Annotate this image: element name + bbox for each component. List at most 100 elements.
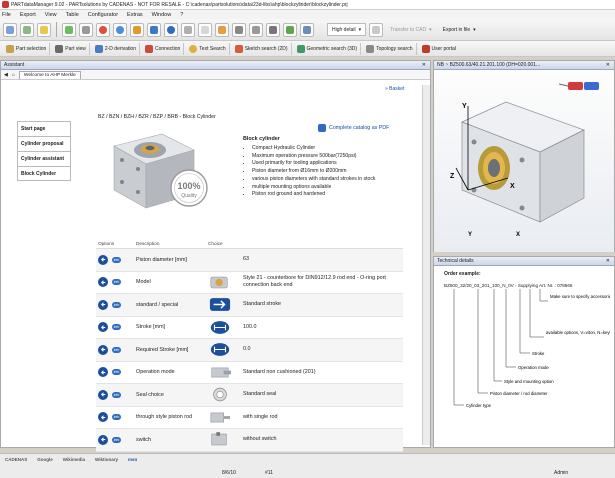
cube-icon[interactable] — [181, 22, 195, 37]
new-icon[interactable] — [3, 22, 17, 37]
option-row[interactable]: info Model Style 21 - counterbore for DIN9… — [96, 272, 403, 294]
status-user: Admin — [554, 469, 569, 476]
refresh-icon[interactable] — [96, 22, 110, 37]
option-row[interactable]: info switch without switch — [96, 429, 403, 452]
globe-icon[interactable] — [113, 22, 127, 37]
back-arrow-icon[interactable] — [98, 299, 108, 310]
choice-icon[interactable] — [208, 296, 232, 314]
choice-icon[interactable] — [208, 386, 232, 404]
choice-icon[interactable] — [208, 251, 232, 269]
link-google[interactable]: Google — [37, 457, 53, 462]
option-row[interactable]: info Required Stroke [mm] 0.0 — [96, 339, 403, 362]
nav-block-cylinder[interactable]: Block Cylinder — [17, 166, 71, 181]
back-arrow-icon[interactable] — [98, 434, 108, 445]
info-icon[interactable]: info — [112, 324, 121, 331]
close-icon[interactable]: ✕ — [422, 62, 426, 68]
nav-start-page[interactable]: Start page — [17, 121, 71, 136]
menu-help[interactable]: ? — [180, 12, 183, 18]
grid-icon[interactable] — [20, 22, 34, 37]
option-row[interactable]: info through style piston rod with single … — [96, 407, 403, 429]
info-icon[interactable]: info — [112, 369, 121, 376]
link-msn[interactable]: msn — [128, 457, 137, 462]
menu-table[interactable]: Table — [66, 12, 79, 18]
choice-icon[interactable] — [208, 318, 232, 336]
info-icon[interactable]: info — [112, 346, 121, 353]
choice-icon[interactable] — [208, 431, 232, 449]
menu-window[interactable]: Window — [152, 12, 172, 18]
table-icon[interactable] — [79, 22, 93, 37]
settings-icon[interactable] — [130, 22, 144, 37]
text-search-button[interactable]: Text Search — [186, 42, 230, 55]
choice-icon[interactable] — [208, 408, 232, 426]
camera-icon[interactable] — [266, 22, 280, 37]
back-icon[interactable]: ◀ — [4, 72, 8, 78]
back-arrow-icon[interactable] — [98, 254, 108, 265]
info-icon[interactable]: info — [112, 279, 121, 286]
export-file-button[interactable]: Export in file ▾ — [439, 23, 480, 36]
part-view-button[interactable]: Part view — [52, 42, 90, 55]
menu-file[interactable]: File — [2, 12, 11, 18]
info-icon[interactable]: info — [112, 301, 121, 308]
help-icon[interactable] — [164, 22, 178, 37]
connection-button[interactable]: Connection — [142, 42, 185, 55]
info-icon[interactable]: info — [112, 436, 121, 443]
transfer-cad-button[interactable]: Transfer to CAD ▾ — [386, 23, 435, 36]
3d-glasses-icon[interactable] — [558, 82, 599, 90]
basket-link[interactable]: » Basket — [385, 86, 404, 92]
part-selection-button[interactable]: Part selection — [3, 42, 51, 55]
menu-view[interactable]: View — [45, 12, 57, 18]
dimension-icon[interactable] — [198, 22, 212, 37]
info-icon[interactable]: info — [112, 391, 121, 398]
option-row[interactable]: info Stroke [mm] 100.0 — [96, 317, 403, 339]
close-icon[interactable]: ✕ — [606, 258, 610, 264]
home-icon[interactable]: ⌂ — [12, 72, 15, 78]
topology-search-button[interactable]: Topology search — [363, 42, 417, 55]
assistant-scrollbar[interactable] — [422, 85, 430, 445]
tab-welcome[interactable]: Welcome to AHP Merkle — [18, 70, 81, 79]
menu-export[interactable]: Export — [20, 12, 36, 18]
nav-cylinder-assistant[interactable]: Cylinder assistant — [17, 151, 71, 166]
cut-icon[interactable] — [249, 22, 263, 37]
option-row[interactable]: info standard / special Standard stroke — [96, 294, 403, 317]
menu-bar: File Export View Table Configurator Extr… — [0, 10, 615, 19]
transfer-icon[interactable] — [369, 22, 384, 37]
link-cadenas[interactable]: CADENAS — [5, 457, 27, 462]
2d-derivation-button[interactable]: 2-D derivation — [92, 42, 140, 55]
brush-icon[interactable] — [215, 22, 229, 37]
back-arrow-icon[interactable] — [98, 322, 108, 333]
user-portal-button[interactable]: User portal — [419, 43, 459, 55]
tree-icon[interactable] — [283, 22, 297, 37]
back-arrow-icon[interactable] — [98, 367, 108, 378]
menu-extras[interactable]: Extras — [127, 12, 143, 18]
detail-dropdown[interactable]: High detail ▾ — [327, 23, 367, 36]
text-search-label: Text Search — [199, 45, 226, 52]
sketch-search-button[interactable]: Sketch search (2D) — [232, 42, 292, 55]
option-row[interactable]: info Operation mode Standard non cushioned… — [96, 362, 403, 384]
menu-configurator[interactable]: Configurator — [88, 12, 118, 18]
3d-viewer[interactable]: Y X Z Y X — [434, 72, 614, 252]
link-wiktionary[interactable]: Wiktionary — [95, 457, 118, 462]
back-arrow-icon[interactable] — [98, 389, 108, 400]
option-row[interactable]: info Seal choice Standard seal — [96, 384, 403, 407]
save-icon[interactable] — [37, 22, 51, 37]
info-icon[interactable]: info — [112, 414, 121, 421]
axis-y-label: Y — [468, 232, 472, 238]
option-row[interactable]: info Piston diameter [mm] 63 — [96, 249, 403, 272]
filter-icon[interactable] — [62, 22, 76, 37]
link-wikimedia[interactable]: Wikimedia — [63, 457, 85, 462]
catalog-pdf-link[interactable]: Complete catalog as PDF — [318, 124, 389, 132]
choice-icon[interactable] — [208, 363, 232, 381]
nav-cylinder-proposal[interactable]: Cylinder proposal — [17, 136, 71, 151]
info-icon[interactable]: info — [112, 256, 121, 263]
back-arrow-icon[interactable] — [98, 412, 108, 423]
close-icon[interactable]: ✕ — [606, 62, 610, 68]
back-arrow-icon[interactable] — [98, 344, 108, 355]
download-icon[interactable] — [147, 22, 161, 37]
print-icon[interactable] — [232, 22, 246, 37]
choice-icon[interactable] — [208, 273, 232, 291]
geometric-search-button[interactable]: Geometric search (3D) — [294, 42, 362, 55]
tools-icon[interactable] — [300, 22, 314, 37]
back-arrow-icon[interactable] — [98, 277, 108, 288]
option-description: switch — [136, 436, 151, 443]
choice-icon[interactable] — [208, 341, 232, 359]
